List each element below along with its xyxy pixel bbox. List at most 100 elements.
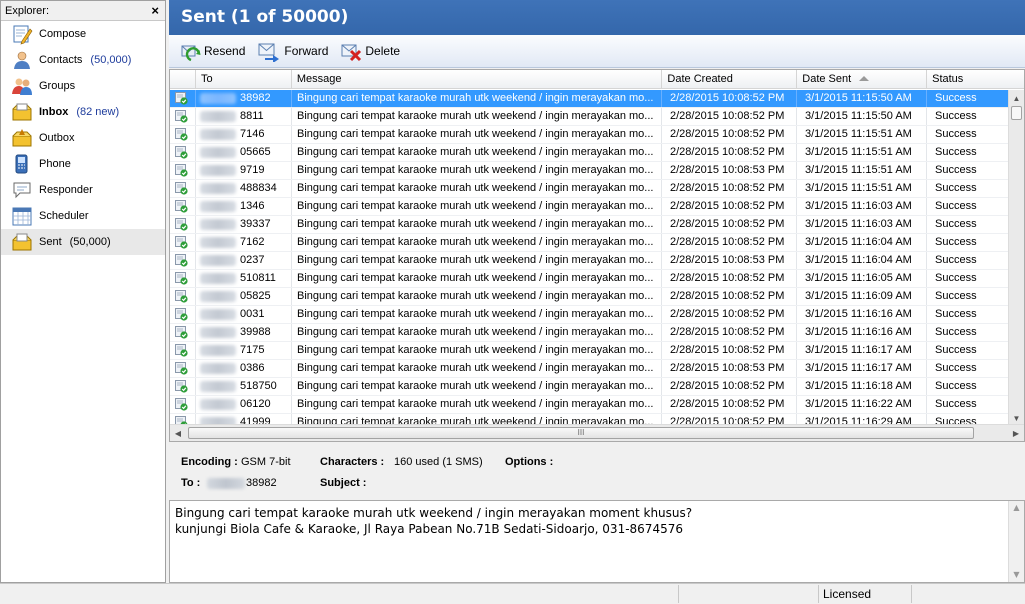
sidebar-item-outbox[interactable]: Outbox: [1, 125, 165, 151]
sent-status-icon: [170, 270, 195, 287]
cell-date-created: 2/28/2015 10:08:52 PM: [661, 234, 796, 251]
message-scroll-down-icon[interactable]: ▼: [1009, 568, 1024, 582]
table-row[interactable]: 7146 Bingung cari tempat karaoke murah ut…: [170, 126, 1009, 144]
to-number-suffix: 38982: [240, 92, 271, 104]
status-divider: [678, 585, 679, 603]
horizontal-scrollbar-thumb[interactable]: III: [188, 427, 974, 439]
close-icon[interactable]: ×: [151, 4, 159, 17]
table-row[interactable]: 05665 Bingung cari tempat karaoke murah u…: [170, 144, 1009, 162]
column-header-date-created[interactable]: Date Created: [662, 70, 798, 88]
table-row[interactable]: 0386 Bingung cari tempat karaoke murah ut…: [170, 360, 1009, 378]
to-number-suffix: 39988: [240, 326, 271, 338]
cell-status: Success: [926, 108, 1009, 125]
column-header-status[interactable]: Status: [927, 70, 1024, 88]
table-row[interactable]: 38982 Bingung cari tempat karaoke murah u…: [170, 90, 1009, 108]
table-row[interactable]: 0031 Bingung cari tempat karaoke murah ut…: [170, 306, 1009, 324]
cell-status: Success: [926, 144, 1009, 161]
explorer-title: Explorer:: [5, 4, 50, 17]
toolbar: Resend Forward Delete: [169, 35, 1025, 68]
to-value-redacted: [207, 478, 245, 489]
sidebar-item-responder[interactable]: Responder: [1, 177, 165, 203]
message-scroll-up-icon[interactable]: ▲: [1009, 501, 1024, 515]
cell-status: Success: [926, 126, 1009, 143]
table-row[interactable]: 1346 Bingung cari tempat karaoke murah ut…: [170, 198, 1009, 216]
table-row[interactable]: 05825 Bingung cari tempat karaoke murah u…: [170, 288, 1009, 306]
sidebar-item-inbox[interactable]: Inbox (82 new): [1, 99, 165, 125]
table-row[interactable]: 0237 Bingung cari tempat karaoke murah ut…: [170, 252, 1009, 270]
cell-date-sent: 3/1/2015 11:15:51 AM: [796, 180, 926, 197]
sidebar-item-count: (50,000): [69, 236, 111, 248]
sidebar-item-phone[interactable]: Phone: [1, 151, 165, 177]
cell-date-sent: 3/1/2015 11:15:50 AM: [796, 90, 926, 107]
cell-date-created: 2/28/2015 10:08:52 PM: [661, 180, 796, 197]
delete-icon: [341, 44, 362, 62]
cell-message: Bingung cari tempat karaoke murah utk we…: [291, 270, 661, 287]
table-row[interactable]: 7175 Bingung cari tempat karaoke murah ut…: [170, 342, 1009, 360]
table-row[interactable]: 7162 Bingung cari tempat karaoke murah ut…: [170, 234, 1009, 252]
to-number-suffix: 518750: [240, 380, 277, 392]
to-number-suffix: 8811: [240, 110, 264, 122]
cell-message: Bingung cari tempat karaoke murah utk we…: [291, 198, 661, 215]
sent-status-icon: [170, 234, 195, 251]
cell-message: Bingung cari tempat karaoke murah utk we…: [291, 162, 661, 179]
table-row[interactable]: 8811 Bingung cari tempat karaoke murah ut…: [170, 108, 1009, 126]
resend-button[interactable]: Resend: [179, 40, 245, 62]
cell-status: Success: [926, 234, 1009, 251]
to-number-suffix: 05665: [240, 146, 271, 158]
message-body[interactable]: Bingung cari tempat karaoke murah utk we…: [169, 500, 1025, 583]
table-row[interactable]: 518750 Bingung cari tempat karaoke murah …: [170, 378, 1009, 396]
to-number-suffix: 9719: [240, 164, 265, 176]
cell-date-created: 2/28/2015 10:08:52 PM: [661, 108, 796, 125]
to-number-suffix: 06120: [240, 398, 271, 410]
cell-to: 7162: [195, 234, 291, 251]
cell-message: Bingung cari tempat karaoke murah utk we…: [291, 216, 661, 233]
sent-status-icon: [170, 90, 195, 107]
scroll-left-icon[interactable]: ◀: [170, 425, 186, 441]
table-row[interactable]: 510811 Bingung cari tempat karaoke murah …: [170, 270, 1009, 288]
responder-icon: [11, 179, 33, 201]
cell-date-sent: 3/1/2015 11:16:16 AM: [796, 324, 926, 341]
sidebar-item-groups[interactable]: Groups: [1, 73, 165, 99]
table-row[interactable]: 39337 Bingung cari tempat karaoke murah u…: [170, 216, 1009, 234]
cell-to: 39988: [195, 324, 291, 341]
column-header-to[interactable]: To: [196, 70, 292, 88]
column-header-message[interactable]: Message: [292, 70, 663, 88]
cell-date-created: 2/28/2015 10:08:53 PM: [661, 162, 796, 179]
grid-horizontal-scrollbar[interactable]: ◀ III ▶: [170, 424, 1024, 441]
table-row[interactable]: 9719 Bingung cari tempat karaoke murah ut…: [170, 162, 1009, 180]
grid-vertical-scrollbar[interactable]: ▲ ▼: [1008, 90, 1024, 426]
cell-message: Bingung cari tempat karaoke murah utk we…: [291, 252, 661, 269]
cell-message: Bingung cari tempat karaoke murah utk we…: [291, 144, 661, 161]
sent-status-icon: [170, 324, 195, 341]
sidebar-item-contacts[interactable]: Contacts (50,000): [1, 47, 165, 73]
table-row[interactable]: 39988 Bingung cari tempat karaoke murah u…: [170, 324, 1009, 342]
cell-date-created: 2/28/2015 10:08:53 PM: [661, 252, 796, 269]
sent-status-icon: [170, 198, 195, 215]
table-row[interactable]: 06120 Bingung cari tempat karaoke murah u…: [170, 396, 1009, 414]
compose-icon: [11, 23, 33, 45]
scroll-up-icon[interactable]: ▲: [1009, 90, 1024, 106]
scrollbar-thumb[interactable]: [1011, 106, 1022, 120]
sidebar-item-count: (50,000): [90, 54, 132, 66]
table-row[interactable]: 488834 Bingung cari tempat karaoke murah …: [170, 180, 1009, 198]
sidebar-item-compose[interactable]: Compose: [1, 21, 165, 47]
cell-to: 06120: [195, 396, 291, 413]
message-vertical-scrollbar[interactable]: ▲ ▼: [1008, 501, 1024, 582]
redacted-number: [200, 291, 236, 302]
delete-button[interactable]: Delete: [340, 40, 400, 62]
phone-icon: [11, 153, 33, 175]
sidebar-item-scheduler[interactable]: Scheduler: [1, 203, 165, 229]
outbox-icon: [11, 127, 33, 149]
encoding-label: Encoding :: [181, 456, 238, 468]
sent-status-icon: [170, 396, 195, 413]
to-number-suffix: 0237: [240, 254, 265, 266]
scroll-right-icon[interactable]: ▶: [1008, 425, 1024, 441]
status-divider: [911, 585, 912, 603]
cell-date-sent: 3/1/2015 11:16:16 AM: [796, 306, 926, 323]
column-header-date-sent[interactable]: Date Sent: [797, 70, 928, 88]
column-header-icon[interactable]: [170, 70, 196, 88]
cell-status: Success: [926, 396, 1009, 413]
scheduler-icon: [11, 205, 33, 227]
sidebar-item-sent[interactable]: Sent (50,000): [1, 229, 165, 255]
forward-button[interactable]: Forward: [257, 40, 328, 62]
